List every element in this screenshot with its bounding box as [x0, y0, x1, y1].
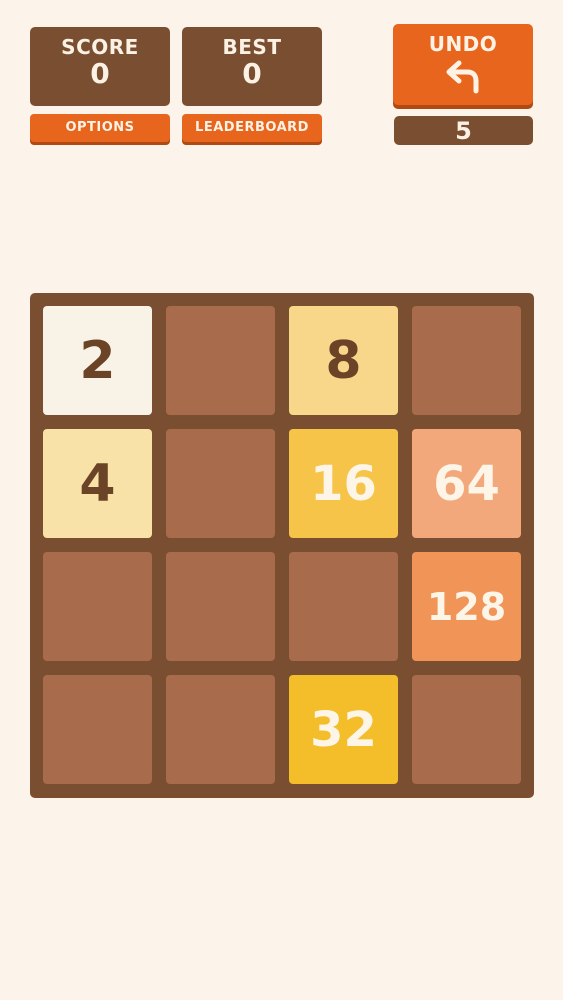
best-label: BEST [222, 35, 282, 59]
tile-16: 16 [289, 429, 398, 538]
undo-arrow-icon [446, 60, 479, 94]
undo-remaining-count: 5 [394, 116, 533, 145]
empty-cell [289, 552, 398, 661]
empty-cell [412, 306, 521, 415]
options-button[interactable]: OPTIONS [30, 114, 170, 142]
score-box: SCORE 0 [30, 27, 170, 106]
tile-64: 64 [412, 429, 521, 538]
undo-label: UNDO [428, 32, 498, 56]
game-board[interactable]: 2 8 4 16 64 128 32 [30, 293, 534, 798]
tile-4: 4 [43, 429, 152, 538]
tile-2: 2 [43, 306, 152, 415]
tile-8: 8 [289, 306, 398, 415]
best-value: 0 [242, 57, 262, 90]
empty-cell [43, 552, 152, 661]
leaderboard-button[interactable]: LEADERBOARD [182, 114, 322, 142]
tile-32: 32 [289, 675, 398, 784]
score-label: SCORE [61, 35, 139, 59]
empty-cell [166, 675, 275, 784]
empty-cell [166, 552, 275, 661]
score-value: 0 [90, 57, 110, 90]
empty-cell [166, 429, 275, 538]
empty-cell [166, 306, 275, 415]
best-box: BEST 0 [182, 27, 322, 106]
undo-button[interactable]: UNDO [393, 24, 533, 105]
empty-cell [412, 675, 521, 784]
empty-cell [43, 675, 152, 784]
tile-128: 128 [412, 552, 521, 661]
